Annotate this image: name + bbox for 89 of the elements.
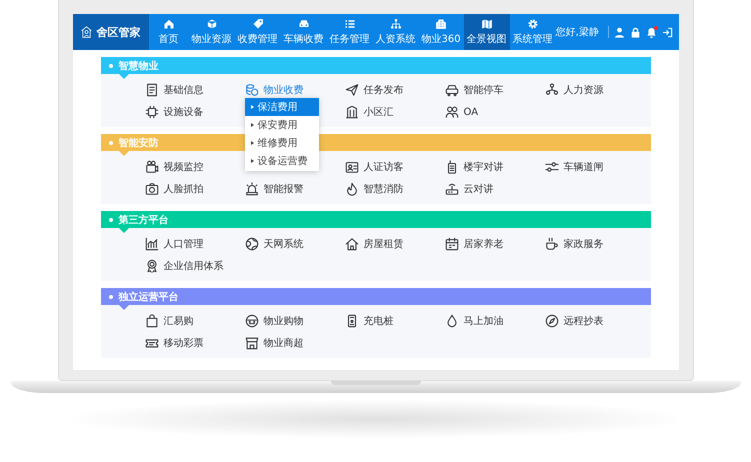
map-icon <box>480 18 493 30</box>
car-icon <box>444 83 458 97</box>
bullet-dot <box>108 218 112 222</box>
menu-item[interactable]: 楼宇对讲 <box>444 160 504 174</box>
nav-tab[interactable]: 系统管理 <box>510 14 556 50</box>
menu-item[interactable]: 智能停车 <box>444 83 504 97</box>
calendar-icon <box>444 237 458 251</box>
nav-tab[interactable]: 首页 <box>148 14 188 50</box>
lock-icon[interactable] <box>630 26 641 38</box>
menu-item[interactable]: 天网系统 <box>244 237 304 251</box>
car-icon <box>298 18 310 30</box>
menu-item[interactable]: 智慧消防 <box>344 182 404 196</box>
router-icon <box>444 182 458 196</box>
settings-icon <box>526 18 539 30</box>
menu-item[interactable]: 居家养老 <box>444 237 504 251</box>
paper-plane-icon <box>344 83 358 97</box>
dropdown-item[interactable]: 保安费用 <box>244 116 318 134</box>
chart-icon <box>144 237 158 251</box>
drop-icon <box>444 314 458 328</box>
section-title: 独立运营平台 <box>118 290 178 304</box>
shop-icon <box>244 336 258 350</box>
bell-icon[interactable] <box>646 26 657 38</box>
medal-icon <box>144 259 158 273</box>
nav-tab[interactable]: 全景视图 <box>464 14 510 50</box>
user-icon[interactable] <box>614 26 625 38</box>
menu-item[interactable]: 视频监控 <box>144 160 204 174</box>
dropdown-item[interactable]: 保洁费用 <box>244 98 318 116</box>
menu-item[interactable]: 充电桩 <box>344 314 394 328</box>
menu-item[interactable]: 家政服务 <box>544 237 604 251</box>
video-camera-icon <box>144 160 158 174</box>
people-network-icon <box>544 83 558 97</box>
section-title: 智慧物业 <box>118 60 158 72</box>
globe-icon <box>244 237 258 251</box>
menu-item[interactable]: 物业收费 <box>244 83 304 97</box>
sliders-icon <box>544 160 558 174</box>
logo-text: 舍区管家 <box>96 24 140 40</box>
cup-icon <box>544 237 558 251</box>
menu-item[interactable]: 物业商超 <box>244 336 304 350</box>
menu-item[interactable]: 远程抄表 <box>544 314 604 328</box>
menu-item[interactable]: 企业信用体系 <box>144 259 224 273</box>
document-icon <box>144 83 158 97</box>
section-title: 第三方平台 <box>118 213 168 226</box>
org-chart-icon <box>390 18 402 30</box>
menu-item[interactable]: OA <box>444 105 478 119</box>
section-title: 智能安防 <box>118 136 158 150</box>
menu-item[interactable]: 人证访客 <box>344 160 404 174</box>
menu-item[interactable]: 智能报警 <box>244 182 304 196</box>
nav-tab[interactable]: 车辆收费 <box>280 14 326 50</box>
building-icon <box>344 105 358 119</box>
nav-tab[interactable]: 物业360 <box>418 14 464 50</box>
house-icon <box>162 18 174 30</box>
menu-item[interactable]: 物业购物 <box>244 314 304 328</box>
bag-icon <box>144 314 158 328</box>
tag-icon <box>252 18 264 30</box>
flame-icon <box>344 182 358 196</box>
menu-item[interactable]: 马上加油 <box>444 314 504 328</box>
house-icon <box>344 237 358 251</box>
list-icon <box>344 18 356 30</box>
greeting: 您好,梁静 <box>556 26 599 39</box>
bullet-dot <box>108 64 112 68</box>
menu-item[interactable]: 云对讲 <box>444 182 494 196</box>
nav-tab[interactable]: 收费管理 <box>234 14 280 50</box>
menu-item[interactable]: 移动彩票 <box>144 336 204 350</box>
menu-item[interactable]: 人脸抓拍 <box>144 182 204 196</box>
menu-item[interactable]: 小区汇 <box>344 105 394 119</box>
menu-item[interactable]: 任务发布 <box>344 83 404 97</box>
bullet-dot <box>108 140 112 144</box>
siren-icon <box>244 182 258 196</box>
menu-item[interactable]: 汇易购 <box>144 314 194 328</box>
face-icon <box>244 314 258 328</box>
logout-icon[interactable] <box>662 26 673 38</box>
camera-icon <box>144 182 158 196</box>
menu-item[interactable]: 车辆道闸 <box>544 160 604 174</box>
coins-icon <box>244 83 258 97</box>
chip-icon <box>144 105 158 119</box>
compass-icon <box>544 314 558 328</box>
menu-item[interactable]: 人力资源 <box>544 83 604 97</box>
menu-item[interactable]: 房屋租赁 <box>344 237 404 251</box>
menu-item[interactable]: 人口管理 <box>144 237 204 251</box>
people-icon <box>444 105 458 119</box>
bullet-dot <box>108 294 112 298</box>
id-card-icon <box>344 160 358 174</box>
nav-tab[interactable]: 任务管理 <box>326 14 372 50</box>
menu-item[interactable]: 基础信息 <box>144 83 204 97</box>
nav-tab[interactable]: 人资系统 <box>372 14 418 50</box>
nav-tab[interactable]: 物业资源 <box>188 14 234 50</box>
buildings-icon <box>435 18 448 30</box>
menu-item[interactable]: 设施设备 <box>144 105 204 119</box>
cube-icon <box>206 18 218 30</box>
